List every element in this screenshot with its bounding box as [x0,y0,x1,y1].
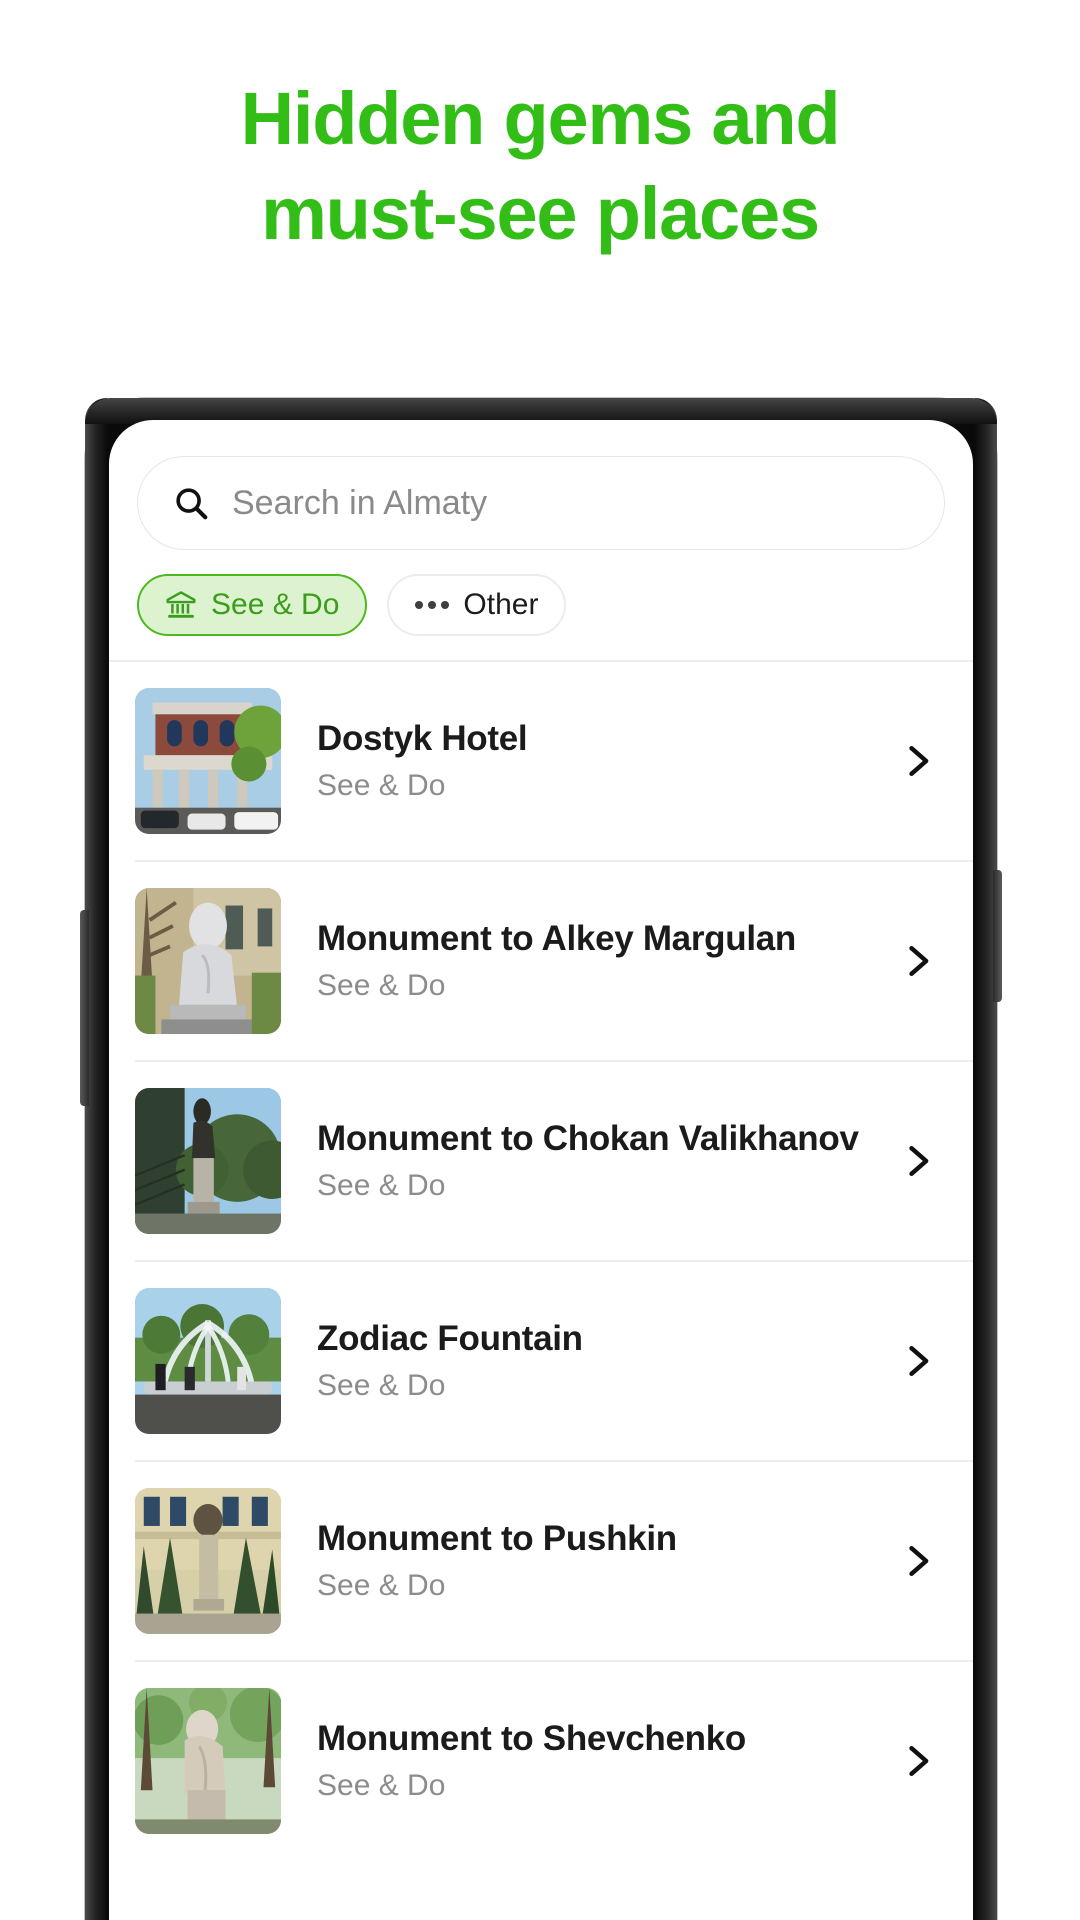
museum-icon [166,591,196,618]
phone-screen: Search in Almaty See & Do Other Dostyk H… [109,420,973,1920]
seated-statue-photo [135,888,281,1034]
shevchenko-monument-photo [135,1688,281,1834]
places-list: Dostyk Hotel See & Do Monument to Alkey … [109,662,973,1860]
headline-line-2: must-see places [261,171,820,255]
chip-see-and-do-label: See & Do [211,588,340,621]
chip-other[interactable]: Other [387,574,567,636]
volume-rocker-button[interactable] [80,910,89,1106]
chip-other-label: Other [463,588,539,621]
place-thumbnail [135,1488,281,1634]
pushkin-monument-photo [135,1488,281,1634]
chevron-right-icon[interactable] [895,1139,939,1183]
category-filter-chips: See & Do Other [109,550,973,660]
chevron-right-icon[interactable] [895,1539,939,1583]
place-thumbnail [135,1088,281,1234]
place-text: Dostyk Hotel See & Do [281,719,881,802]
chevron-right-icon[interactable] [895,1739,939,1783]
place-title: Dostyk Hotel [317,719,528,759]
place-subtitle: See & Do [317,968,446,1002]
hotel-building-photo [135,688,281,834]
place-subtitle: See & Do [317,1568,446,1602]
ellipsis-icon [415,601,450,609]
list-item[interactable]: Monument to Shevchenko See & Do [109,1662,973,1860]
phone-bezel-left [85,398,107,1920]
place-title: Monument to Alkey Margulan [317,919,796,959]
search-placeholder-text: Search in Almaty [232,483,488,522]
list-item[interactable]: Monument to Pushkin See & Do [109,1462,973,1660]
place-title: Monument to Shevchenko [317,1719,746,1759]
place-thumbnail [135,688,281,834]
list-item[interactable]: Monument to Chokan Valikhanov See & Do [109,1062,973,1260]
list-item[interactable]: Monument to Alkey Margulan See & Do [109,862,973,1060]
list-item[interactable]: Dostyk Hotel See & Do [109,662,973,860]
search-input[interactable]: Search in Almaty [137,456,945,550]
place-text: Monument to Pushkin See & Do [281,1519,881,1602]
headline-line-1: Hidden gems and [240,77,841,160]
phone-mockup: Search in Almaty See & Do Other Dostyk H… [80,398,1002,1920]
chevron-right-icon[interactable] [895,1339,939,1383]
standing-statue-photo [135,1088,281,1234]
place-thumbnail [135,888,281,1034]
chip-see-and-do[interactable]: See & Do [137,574,368,636]
search-icon [176,488,208,520]
phone-bezel-right [975,398,997,1920]
place-thumbnail [135,1288,281,1434]
place-text: Monument to Alkey Margulan See & Do [281,919,881,1002]
place-subtitle: See & Do [317,1768,446,1802]
place-thumbnail [135,1688,281,1834]
place-text: Monument to Shevchenko See & Do [281,1719,881,1802]
place-subtitle: See & Do [317,1368,446,1402]
place-text: Monument to Chokan Valikhanov See & Do [281,1119,881,1202]
place-subtitle: See & Do [317,768,446,802]
place-subtitle: See & Do [317,1168,446,1202]
promo-screenshot: Hidden gems and must-see places Search i… [0,0,1080,1920]
fountain-photo [135,1288,281,1434]
chevron-right-icon[interactable] [895,939,939,983]
place-title: Zodiac Fountain [317,1319,583,1359]
page-title: Hidden gems and must-see places [0,72,1080,261]
place-text: Zodiac Fountain See & Do [281,1319,881,1402]
place-title: Monument to Chokan Valikhanov [317,1119,859,1159]
list-item[interactable]: Zodiac Fountain See & Do [109,1262,973,1460]
place-title: Monument to Pushkin [317,1519,677,1559]
power-button[interactable] [993,870,1002,1002]
chevron-right-icon[interactable] [895,739,939,783]
